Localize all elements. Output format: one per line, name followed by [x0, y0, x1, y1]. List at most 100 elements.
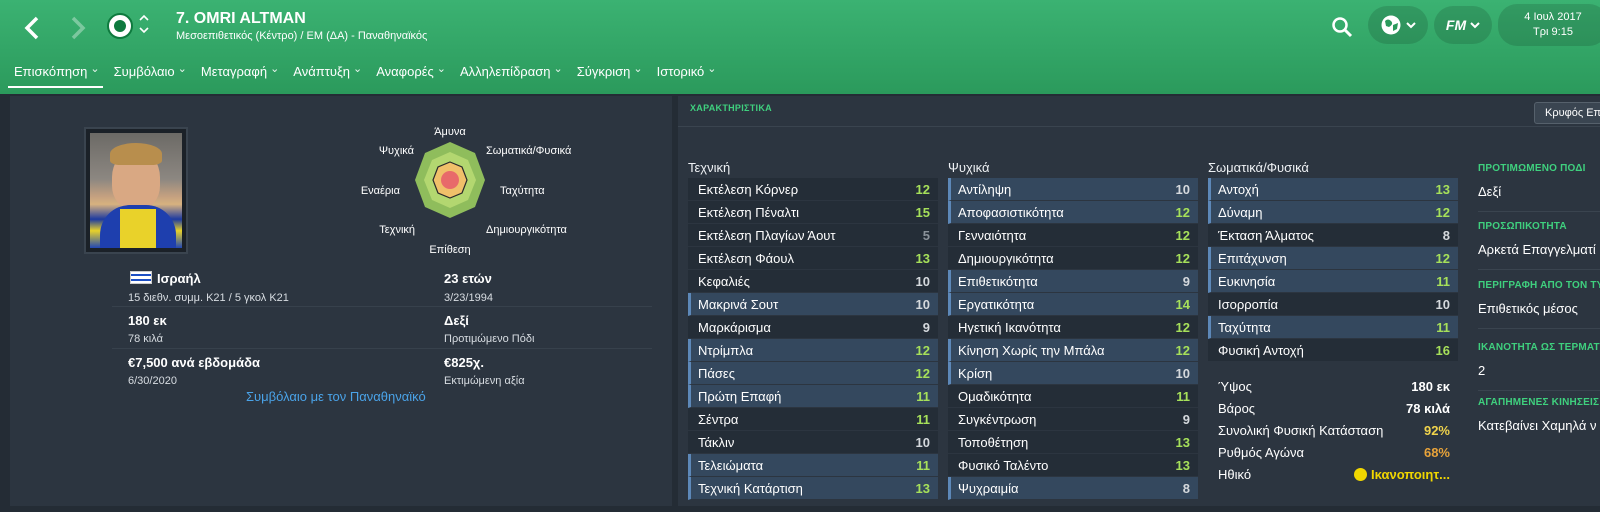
- attribute-row[interactable]: Τοποθέτηση 13: [948, 431, 1198, 454]
- attribute-row[interactable]: Φυσική Αντοχή 16: [1208, 339, 1458, 362]
- attribute-row[interactable]: Εκτέλεση Πέναλτι 15: [688, 201, 938, 224]
- trait-section: ΙΚΑΝΟΤΗΤΑ ΩΣ ΤΕΡΜΑΤΟ 2: [1478, 342, 1600, 378]
- attribute-row[interactable]: Γενναιότητα 12: [948, 224, 1198, 247]
- attribute-row[interactable]: Πάσες 12: [688, 362, 938, 385]
- attribute-value: 14: [1175, 296, 1190, 312]
- attribute-value: 13: [915, 250, 930, 266]
- attribute-value: 13: [1435, 181, 1450, 197]
- continue-date-button[interactable]: 4 Ιουλ 2017 Τρι 9:15: [1498, 4, 1600, 46]
- attribute-row[interactable]: Σέντρα 11: [688, 408, 938, 431]
- tab-4[interactable]: Αναφορές ⌄: [376, 60, 455, 84]
- attribute-name: Εκτέλεση Κόρνερ: [698, 181, 799, 197]
- attribute-name: Εκτέλεση Πέναλτι: [698, 204, 799, 220]
- radar-label-aerial: Εναέρια: [361, 185, 401, 197]
- header-bar: 7. OMRI ALTMAN Μεσοεπιθετικός (Κέντρο) /…: [0, 0, 1600, 94]
- radar-core: [441, 171, 459, 189]
- stat-value: 78 κιλά: [1406, 400, 1450, 416]
- nationality[interactable]: Ισραήλ: [157, 271, 201, 286]
- attribute-row[interactable]: Ισορροπία 10: [1208, 293, 1458, 316]
- attribute-value: 11: [1176, 388, 1190, 404]
- attribute-row[interactable]: Τάκλιν 10: [688, 431, 938, 454]
- tab-label: Συμβόλαιο: [113, 63, 175, 79]
- stat-row: Συνολική Φυσική Κατάσταση 92%: [1208, 419, 1458, 441]
- attribute-row[interactable]: Μαρκάρισμα 9: [688, 316, 938, 339]
- attribute-row[interactable]: Δύναμη 12: [1208, 201, 1458, 224]
- attribute-row[interactable]: Συγκέντρωση 9: [948, 408, 1198, 431]
- chevron-down-icon: ⌄: [707, 62, 717, 75]
- radar-label-speed: Ταχύτητα: [500, 185, 545, 197]
- back-button[interactable]: [12, 10, 52, 46]
- attribute-value: 10: [1175, 181, 1190, 197]
- attribute-row[interactable]: Ψυχραιμία 8: [948, 477, 1198, 500]
- tab-5[interactable]: Αλληλεπίδραση ⌄: [460, 60, 572, 84]
- attribute-name: Ντρίμπλα: [698, 342, 754, 358]
- hidden-attributes-button[interactable]: Κρυφός Επ: [1534, 102, 1600, 124]
- contract-link[interactable]: Συμβόλαιο με τον Παναθηναϊκό: [246, 389, 426, 404]
- attribute-name: Τοποθέτηση: [958, 434, 1029, 450]
- attribute-row[interactable]: Φυσικό Ταλέντο 13: [948, 454, 1198, 477]
- attribute-row[interactable]: Εργατικότητα 14: [948, 293, 1198, 316]
- attribute-row[interactable]: Δημιουργικότητα 12: [948, 247, 1198, 270]
- trait-heading: ΠΡΟΣΩΠΙΚΟΤΗΤΑ: [1478, 221, 1567, 232]
- tab-7[interactable]: Ιστορικό ⌄: [657, 60, 726, 84]
- attribute-value: 15: [915, 204, 930, 220]
- attribute-row[interactable]: Τελειώματα 11: [688, 454, 938, 477]
- attribute-row[interactable]: Αποφασιστικότητα 12: [948, 201, 1198, 224]
- divider: [1478, 211, 1600, 212]
- attribute-row[interactable]: Πρώτη Επαφή 11: [688, 385, 938, 408]
- attribute-row[interactable]: Εκτέλεση Φάουλ 13: [688, 247, 938, 270]
- divider: [1478, 328, 1600, 329]
- trait-value: Επιθετικός μέσος: [1478, 301, 1578, 316]
- chevron-down-icon: ⌄: [633, 62, 643, 75]
- morale-value-wrap[interactable]: Ικανοποιητ...: [1354, 467, 1450, 482]
- trait-value: Δεξί: [1478, 184, 1502, 199]
- trait-value: Αρκετά Επαγγελματί: [1478, 242, 1596, 257]
- attribute-row[interactable]: Κίνηση Χωρίς την Μπάλα 12: [948, 339, 1198, 362]
- attribute-row[interactable]: Αντοχή 13: [1208, 178, 1458, 201]
- stat-row: Ηθικό Ικανοποιητ...: [1208, 463, 1458, 485]
- weight: 78 κιλά: [128, 333, 163, 345]
- tab-6[interactable]: Σύγκριση ⌄: [577, 60, 652, 84]
- attribute-name: Αντοχή: [1218, 181, 1259, 197]
- stat-row: Ύψος 180 εκ: [1208, 375, 1458, 397]
- attribute-row[interactable]: Κεφαλιές 10: [688, 270, 938, 293]
- attribute-row[interactable]: Ντρίμπλα 12: [688, 339, 938, 362]
- attribute-row[interactable]: Ευκινησία 11: [1208, 270, 1458, 293]
- attribute-value: 10: [915, 296, 930, 312]
- physical-column-title: Σωματικά/Φυσικά: [1208, 160, 1309, 175]
- search-button[interactable]: [1330, 15, 1356, 41]
- forward-button[interactable]: [58, 10, 98, 46]
- attribute-row[interactable]: Κρίση 10: [948, 362, 1198, 385]
- tab-3[interactable]: Ανάπτυξη ⌄: [293, 60, 371, 84]
- club-badge-icon[interactable]: [107, 13, 133, 39]
- tab-0[interactable]: Επισκόπηση ⌄: [8, 60, 109, 88]
- attribute-value: 11: [916, 388, 930, 404]
- tab-label: Αλληλεπίδραση: [460, 63, 551, 79]
- attribute-row[interactable]: Ηγετική Ικανότητα 12: [948, 316, 1198, 339]
- attribute-row[interactable]: Ταχύτητα 11: [1208, 316, 1458, 339]
- tab-1[interactable]: Συμβόλαιο ⌄: [114, 60, 196, 84]
- attribute-row[interactable]: Επιτάχυνση 12: [1208, 247, 1458, 270]
- attribute-value: 12: [1175, 227, 1190, 243]
- attribute-name: Εργατικότητα: [958, 296, 1035, 312]
- attribute-row[interactable]: Τεχνική Κατάρτιση 13: [688, 477, 938, 500]
- attribute-row[interactable]: Μακρινά Σουτ 10: [688, 293, 938, 316]
- stat-name: Βάρος: [1218, 400, 1256, 416]
- attribute-row[interactable]: Ομαδικότητα 11: [948, 385, 1198, 408]
- globe-menu-button[interactable]: [1368, 6, 1428, 44]
- attribute-value: 12: [1175, 319, 1190, 335]
- attribute-name: Φυσική Αντοχή: [1218, 342, 1304, 358]
- attribute-value: 10: [1175, 365, 1190, 381]
- trait-section: ΠΕΡΙΓΡΑΦΗ ΑΠΟ ΤΟΝ ΤΥ Επιθετικός μέσος: [1478, 280, 1600, 316]
- stat-row: Ρυθμός Αγώνα 68%: [1208, 441, 1458, 463]
- attribute-row[interactable]: Αντίληψη 10: [948, 178, 1198, 201]
- attribute-row[interactable]: Εκτέλεση Κόρνερ 12: [688, 178, 938, 201]
- attribute-row[interactable]: Εκτέλεση Πλαγίων Άουτ 5: [688, 224, 938, 247]
- player-switch-arrows[interactable]: [138, 12, 150, 39]
- tab-label: Μεταγραφή: [200, 63, 268, 79]
- attribute-row[interactable]: Επιθετικότητα 9: [948, 270, 1198, 293]
- stat-value: Ικανοποιητ...: [1371, 466, 1450, 482]
- attribute-row[interactable]: Έκταση Άλματος 8: [1208, 224, 1458, 247]
- tab-2[interactable]: Μεταγραφή ⌄: [201, 60, 288, 84]
- fm-menu-button[interactable]: FM: [1434, 6, 1492, 44]
